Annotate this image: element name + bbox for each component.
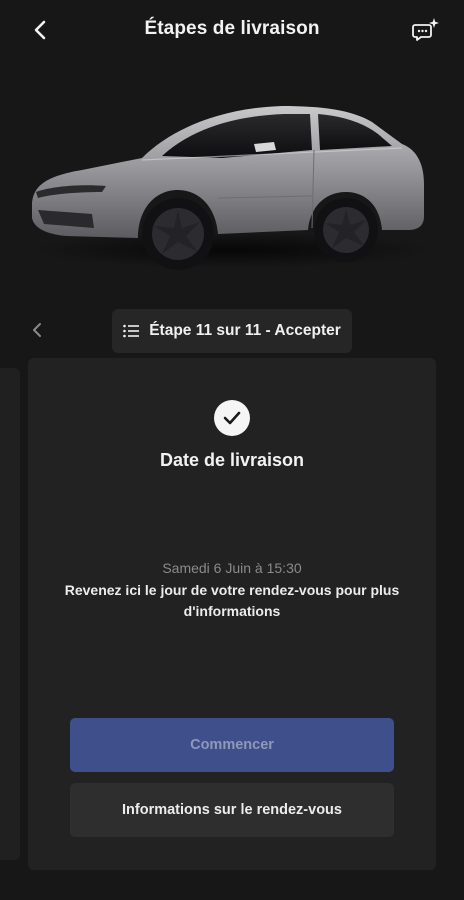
chevron-left-icon [33,323,41,337]
chat-sparkle-icon [412,18,439,41]
appointment-date: Samedi 6 Juin à 15:30 [162,560,302,576]
step-label: Étape 11 sur 11 - Accepter [149,322,341,339]
vehicle-image [32,106,432,270]
step-selector[interactable]: Étape 11 sur 11 - Accepter [112,309,352,353]
previous-step-button[interactable] [26,316,48,344]
card-description: Revenez ici le jour de votre rendez-vous… [64,582,400,619]
chat-button[interactable] [410,14,442,46]
header: Étapes de livraison [0,0,464,60]
start-button[interactable]: Commencer [70,718,394,772]
appointment-info-button[interactable]: Informations sur le rendez-vous [70,783,394,837]
check-circle-icon [214,400,250,436]
previous-card-edge [0,368,20,860]
page-title: Étapes de livraison [144,18,320,39]
card-title: Date de livraison [159,450,305,470]
delivery-date-card: Date de livraison Samedi 6 Juin à 15:30 … [28,358,436,870]
list-icon [123,324,140,338]
